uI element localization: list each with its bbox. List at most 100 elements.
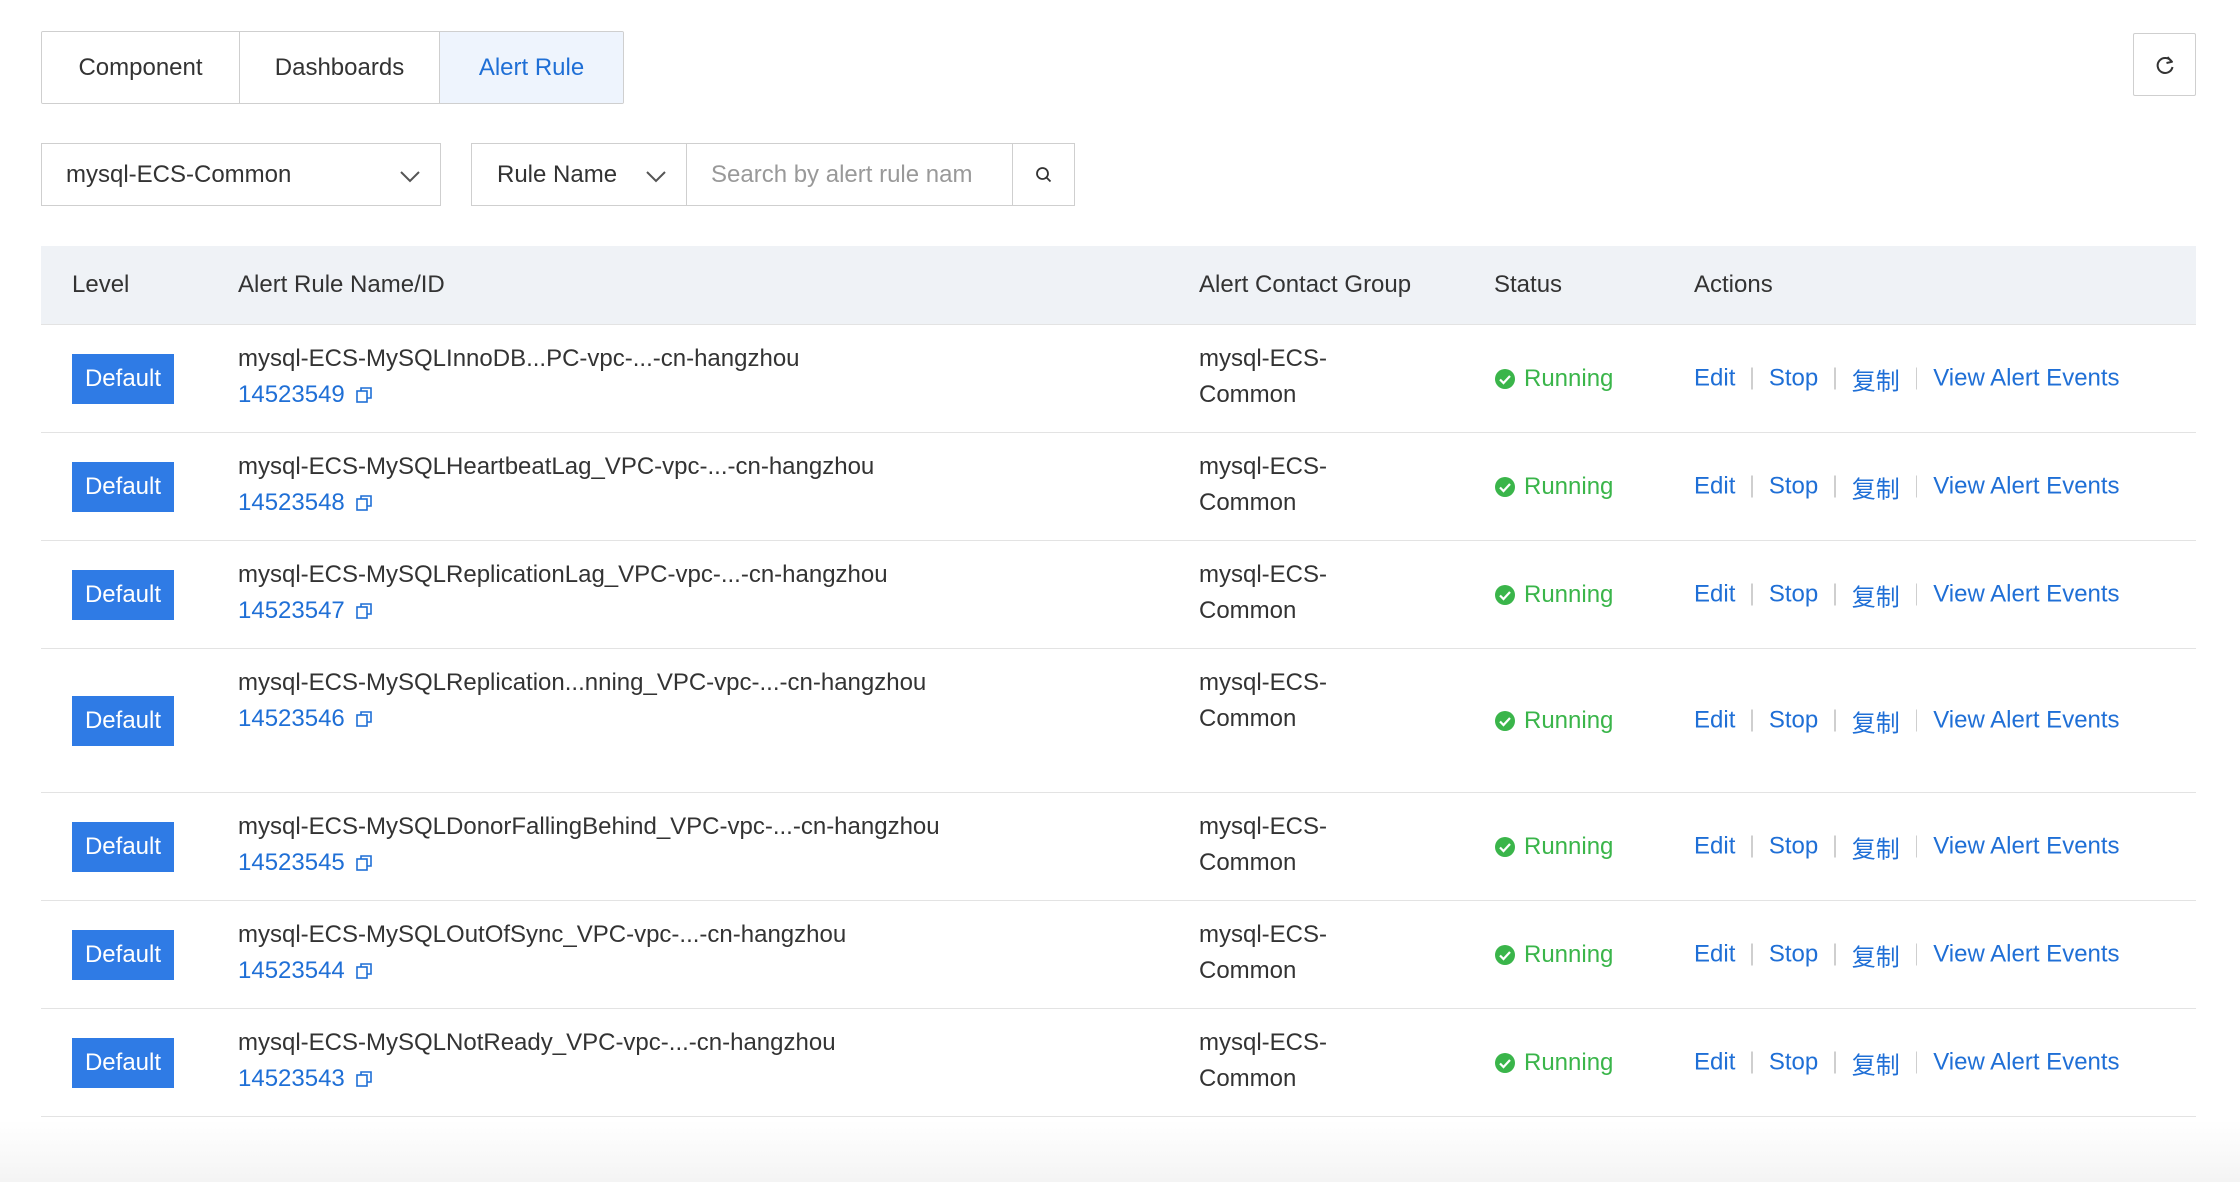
rule-name: mysql-ECS-MySQLInnoDB...PC-vpc-...-cn-ha… [238, 345, 800, 372]
copy-icon[interactable] [355, 386, 373, 404]
field-select[interactable]: Rule Name [471, 143, 687, 206]
edit-action[interactable]: Edit [1694, 473, 1735, 501]
copy-icon[interactable] [355, 1070, 373, 1088]
rule-id-link[interactable]: 14523548 [238, 485, 1118, 521]
copy-action[interactable]: 复制 [1852, 703, 1900, 738]
edit-action[interactable]: Edit [1694, 365, 1735, 393]
copy-action[interactable]: 复制 [1852, 469, 1900, 504]
tab-dashboards[interactable]: Dashboards [240, 32, 440, 103]
stop-action[interactable]: Stop [1769, 707, 1818, 735]
rule-id-link[interactable]: 14523546 [238, 701, 1118, 737]
action-separator [1834, 367, 1836, 390]
view-alert-events-action[interactable]: View Alert Events [1933, 941, 2119, 969]
view-alert-events-action[interactable]: View Alert Events [1933, 581, 2119, 609]
action-separator [1915, 835, 1918, 858]
view-alert-events-action[interactable]: View Alert Events [1933, 833, 2119, 861]
status-text: Running [1524, 706, 1614, 734]
search-icon [1035, 166, 1051, 182]
copy-action[interactable]: 复制 [1852, 937, 1900, 972]
rule-id-link[interactable]: 14523543 [238, 1061, 1118, 1097]
copy-icon[interactable] [355, 602, 373, 620]
search-filter-group: Rule Name [471, 143, 1075, 206]
rule-name: mysql-ECS-MySQLReplication...nning_VPC-v… [238, 669, 927, 696]
table-header: Level Alert Rule Name/ID Alert Contact G… [41, 246, 2196, 325]
search-input[interactable] [687, 143, 1013, 206]
edit-action[interactable]: Edit [1694, 833, 1735, 861]
rule-id-link[interactable]: 14523549 [238, 377, 1118, 413]
contact-group: mysql-ECS-Common [1199, 921, 1328, 984]
table-row: Default mysql-ECS-MySQLInnoDB...PC-vpc-.… [41, 325, 2196, 433]
row-actions: Edit Stop 复制 View Alert Events [1694, 829, 2120, 864]
stop-action[interactable]: Stop [1769, 833, 1818, 861]
level-badge: Default [72, 1037, 174, 1088]
chevron-down-icon [646, 171, 666, 183]
tab-alert-rule[interactable]: Alert Rule [440, 32, 623, 103]
copy-icon[interactable] [355, 962, 373, 980]
copy-action[interactable]: 复制 [1852, 577, 1900, 612]
stop-action[interactable]: Stop [1769, 581, 1818, 609]
header-contact-group: Alert Contact Group [1199, 271, 1412, 298]
edit-action[interactable]: Edit [1694, 581, 1735, 609]
stop-action[interactable]: Stop [1769, 941, 1818, 969]
status-text: Running [1524, 940, 1614, 968]
edit-action[interactable]: Edit [1694, 707, 1735, 735]
action-separator [1834, 583, 1836, 606]
stop-action[interactable]: Stop [1769, 365, 1818, 393]
level-badge: Default [72, 461, 174, 512]
rule-id[interactable]: 14523544 [238, 953, 345, 989]
tab-bar: Component Dashboards Alert Rule [41, 31, 624, 104]
app-select[interactable]: mysql-ECS-Common [41, 143, 441, 206]
status-text: Running [1524, 832, 1614, 860]
action-separator [1751, 583, 1753, 606]
rule-id-link[interactable]: 14523547 [238, 593, 1118, 629]
rule-name-cell: mysql-ECS-MySQLDonorFallingBehind_VPC-vp… [238, 809, 1118, 881]
rule-name-cell: mysql-ECS-MySQLReplication...nning_VPC-v… [238, 665, 1118, 737]
search-button[interactable] [1012, 143, 1075, 206]
action-separator [1751, 709, 1753, 732]
refresh-button[interactable] [2133, 33, 2196, 96]
copy-action[interactable]: 复制 [1852, 1045, 1900, 1080]
edit-action[interactable]: Edit [1694, 1049, 1735, 1077]
stop-action[interactable]: Stop [1769, 1049, 1818, 1077]
view-alert-events-action[interactable]: View Alert Events [1933, 707, 2119, 735]
table-row: Default mysql-ECS-MySQLReplicationLag_VP… [41, 541, 2196, 649]
tab-component[interactable]: Component [42, 32, 240, 103]
action-separator [1915, 475, 1918, 498]
rule-id[interactable]: 14523547 [238, 593, 345, 629]
row-actions: Edit Stop 复制 View Alert Events [1694, 361, 2120, 396]
refresh-icon [2156, 55, 2173, 74]
rule-id[interactable]: 14523543 [238, 1061, 345, 1097]
row-actions: Edit Stop 复制 View Alert Events [1694, 577, 2120, 612]
copy-action[interactable]: 复制 [1852, 829, 1900, 864]
check-circle-icon [1495, 710, 1515, 731]
edit-action[interactable]: Edit [1694, 941, 1735, 969]
check-circle-icon [1495, 584, 1515, 605]
rule-name-cell: mysql-ECS-MySQLOutOfSync_VPC-vpc-...-cn-… [238, 917, 1118, 989]
copy-icon[interactable] [355, 854, 373, 872]
rule-id-link[interactable]: 14523545 [238, 845, 1118, 881]
rule-id[interactable]: 14523546 [238, 701, 345, 737]
check-circle-icon [1495, 476, 1515, 497]
status-indicator: Running [1494, 833, 1613, 861]
rule-id[interactable]: 14523549 [238, 377, 345, 413]
copy-icon[interactable] [355, 710, 373, 728]
action-separator [1834, 835, 1836, 858]
action-separator [1915, 1051, 1918, 1074]
page-bottom-shade [0, 1120, 2240, 1182]
header-status: Status [1494, 271, 1563, 298]
level-badge: Default [72, 569, 174, 620]
rule-id[interactable]: 14523545 [238, 845, 345, 881]
copy-icon[interactable] [355, 494, 373, 512]
view-alert-events-action[interactable]: View Alert Events [1933, 473, 2119, 501]
rule-id[interactable]: 14523548 [238, 485, 345, 521]
action-separator [1751, 1051, 1753, 1074]
stop-action[interactable]: Stop [1769, 473, 1818, 501]
copy-action[interactable]: 复制 [1852, 361, 1900, 396]
header-level: Level [72, 271, 130, 298]
level-badge: Default [72, 353, 174, 404]
view-alert-events-action[interactable]: View Alert Events [1933, 1049, 2119, 1077]
rule-id-link[interactable]: 14523544 [238, 953, 1118, 989]
contact-group: mysql-ECS-Common [1199, 561, 1328, 624]
view-alert-events-action[interactable]: View Alert Events [1933, 365, 2119, 393]
status-text: Running [1524, 472, 1614, 500]
